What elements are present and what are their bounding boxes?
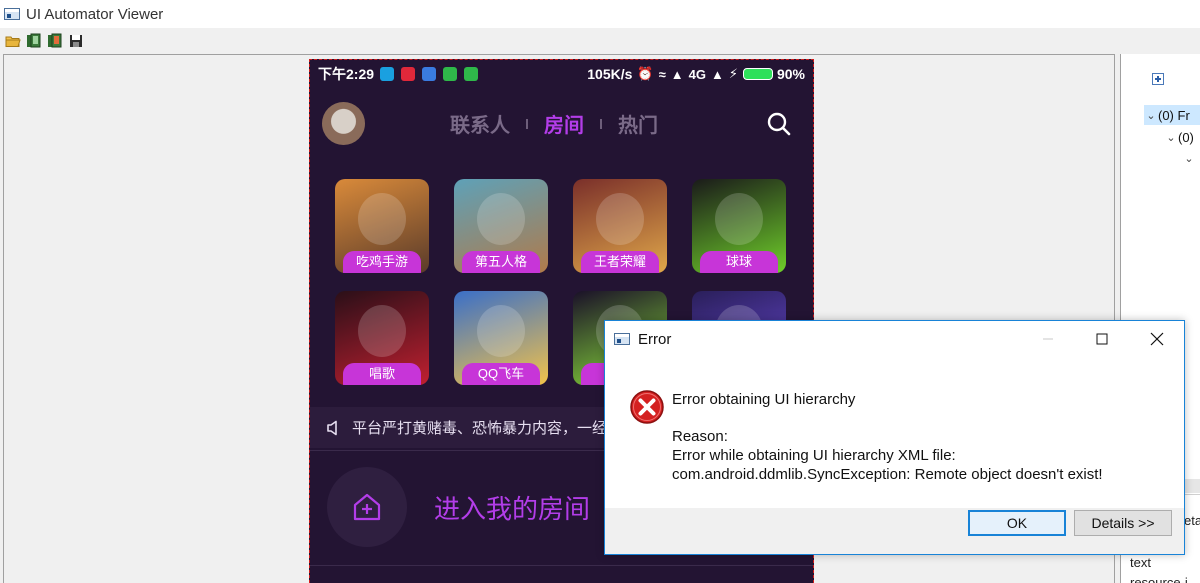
tree-node-label: (0) Fr: [1158, 107, 1190, 123]
window-titlebar: UI Automator Viewer: [0, 0, 1200, 28]
status-time: 下午2:29: [318, 66, 375, 82]
error-detail-line2: com.android.ddmlib.SyncException: Remote…: [672, 466, 1103, 483]
enter-room-icon[interactable]: [327, 467, 407, 547]
ok-button[interactable]: OK: [968, 510, 1066, 536]
toolbar: [0, 28, 1200, 54]
close-button[interactable]: [1134, 321, 1180, 357]
notice-text: 平台严打黄赌毒、恐怖暴力内容，一经: [352, 420, 608, 437]
game-tile-label: 王者荣耀: [581, 251, 659, 273]
search-icon[interactable]: [765, 110, 793, 138]
properties-header: eta: [1184, 513, 1200, 528]
reason-label: Reason:: [672, 428, 728, 445]
details-button[interactable]: Details >>: [1074, 510, 1172, 536]
wifi-icon: ≈: [658, 66, 666, 82]
game-tile-label: 第五人格: [462, 251, 540, 273]
tab-contacts[interactable]: 联系人: [450, 109, 510, 138]
charging-icon: ⚡: [728, 66, 738, 81]
battery-icon: [742, 68, 773, 80]
avatar[interactable]: [322, 102, 365, 145]
status-bar: 下午2:29 105K/s ⏰ ≈ ▲ 4G ▲ ⚡ 90%: [310, 60, 813, 88]
game-tile[interactable]: QQ飞车: [454, 291, 548, 385]
game-tile-label: 吃鸡手游: [343, 251, 421, 273]
tree-node[interactable]: ⌄ (0): [1164, 127, 1194, 147]
network-type: 4G: [688, 66, 706, 82]
notification-app-icon: [401, 67, 416, 81]
notification-app-icon: [422, 67, 437, 81]
notification-app-icon: [443, 67, 458, 81]
open-icon[interactable]: [4, 32, 22, 50]
error-dialog: Error Error obtaining UI hierarchy Reaso…: [604, 320, 1185, 555]
game-tile[interactable]: 唱歌: [335, 291, 429, 385]
game-tile[interactable]: 球球: [692, 179, 786, 273]
dialog-title: Error: [638, 330, 672, 348]
tree-node-label: (0): [1178, 129, 1194, 145]
signal-icon: ▲: [670, 66, 684, 82]
signal-icon: ▲: [710, 66, 724, 82]
game-tile-label: QQ飞车: [462, 363, 540, 385]
error-icon: [630, 390, 664, 424]
app-icon: [4, 8, 20, 20]
game-tile[interactable]: 第五人格: [454, 179, 548, 273]
property-text: text: [1130, 555, 1151, 570]
horizontal-scrollbar[interactable]: [1185, 479, 1200, 493]
dialog-footer: OK Details >>: [605, 508, 1184, 554]
property-resource-id: resource-i: [1130, 575, 1188, 583]
maximize-button[interactable]: [1079, 321, 1125, 357]
chevron-down-icon[interactable]: ⌄: [1182, 152, 1196, 165]
tree-node[interactable]: ⌄ (0) Fr: [1144, 105, 1200, 125]
game-tile-label: 球球: [700, 251, 778, 273]
notification-app-icon: [464, 67, 479, 81]
device-screenshot-compressed-icon[interactable]: [46, 32, 64, 50]
tab-hot[interactable]: 热门: [618, 109, 658, 138]
top-tabs: 联系人 房间 热门: [450, 109, 658, 138]
game-tile[interactable]: 王者荣耀: [573, 179, 667, 273]
tab-rooms[interactable]: 房间: [544, 109, 584, 138]
chevron-down-icon[interactable]: ⌄: [1144, 109, 1158, 122]
dialog-body: Error obtaining UI hierarchy Reason: Err…: [605, 357, 1184, 554]
game-tile-label: 唱歌: [343, 363, 421, 385]
minimize-button: [1025, 321, 1071, 357]
device-screenshot-icon[interactable]: [25, 32, 43, 50]
save-icon[interactable]: [67, 32, 85, 50]
error-heading: Error obtaining UI hierarchy: [672, 391, 856, 408]
tree-node[interactable]: ⌄: [1182, 148, 1196, 168]
speaker-icon: [327, 420, 337, 435]
alarm-icon: ⏰: [637, 66, 654, 81]
chevron-down-icon[interactable]: ⌄: [1164, 131, 1178, 144]
error-detail-line1: Error while obtaining UI hierarchy XML f…: [672, 447, 956, 464]
battery-percent: 90%: [776, 66, 805, 82]
network-speed: 105K/s: [587, 66, 633, 82]
game-tile[interactable]: 吃鸡手游: [335, 179, 429, 273]
window-title: UI Automator Viewer: [26, 5, 164, 23]
app-icon: [614, 333, 630, 345]
expand-all-icon[interactable]: [1152, 73, 1164, 85]
notification-app-icon: [380, 67, 395, 81]
enter-my-room-link[interactable]: 进入我的房间: [434, 489, 590, 526]
